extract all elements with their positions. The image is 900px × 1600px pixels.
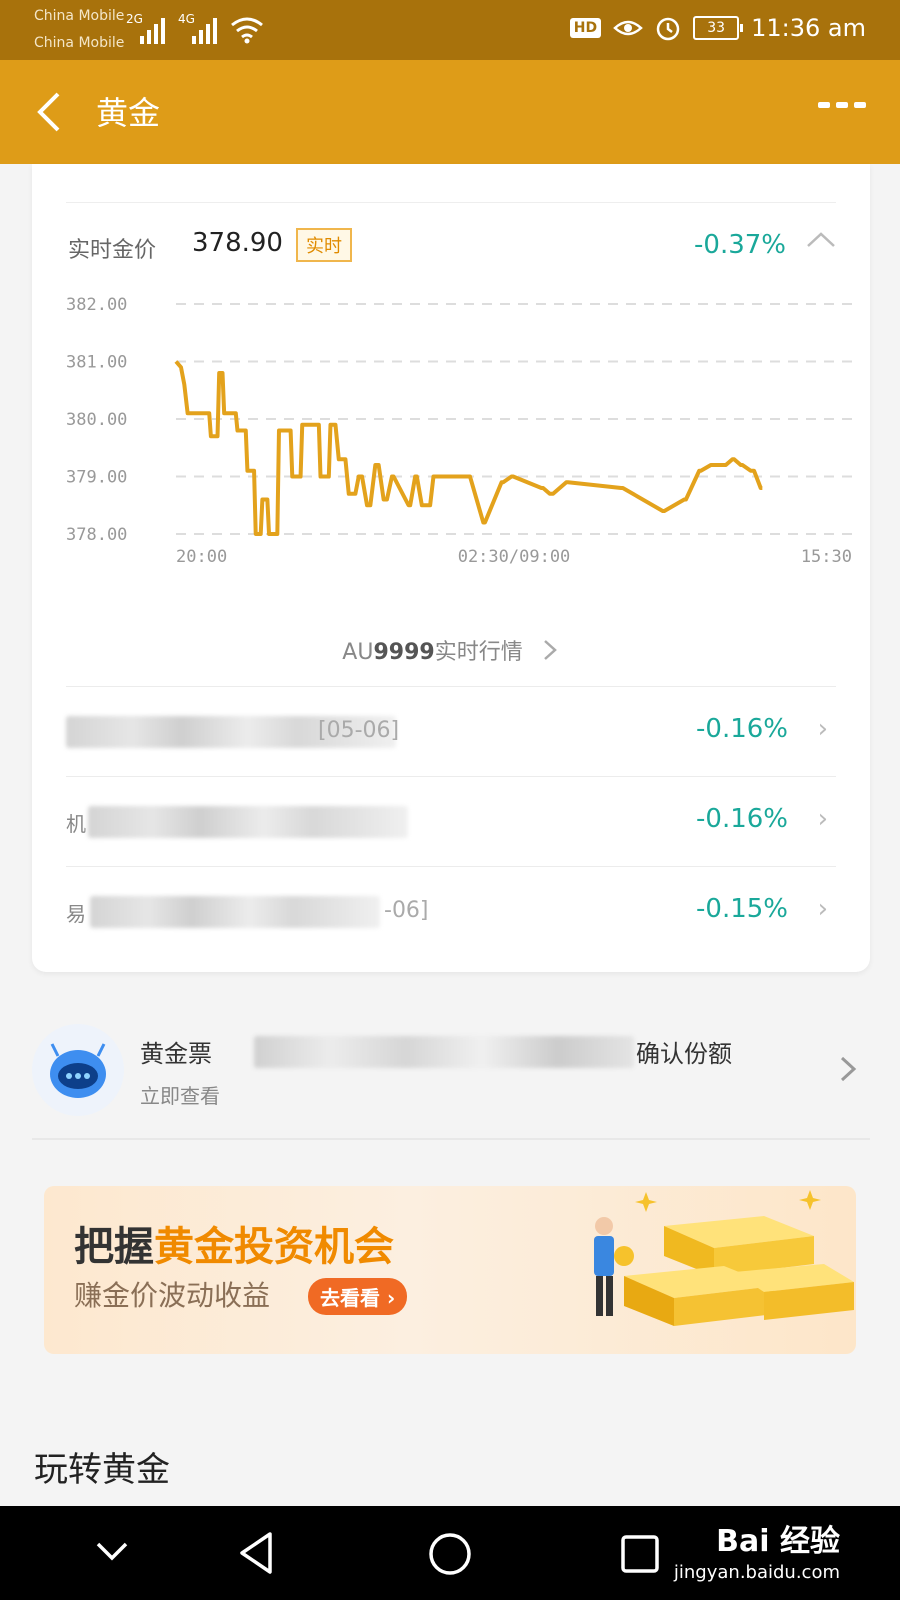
divider bbox=[66, 776, 836, 777]
quote-name-start: 机 bbox=[66, 812, 86, 836]
quote-row-3[interactable]: 易 -06] -0.15% › bbox=[66, 868, 836, 956]
y-tick-label: 380.00 bbox=[66, 410, 127, 430]
quote-date: [05-06] bbox=[318, 718, 400, 743]
battery-icon: 33 bbox=[693, 16, 744, 40]
robot-avatar-icon bbox=[32, 1024, 124, 1116]
assistant-notice-row[interactable]: 黄金票 确认份额 立即查看 bbox=[32, 1020, 870, 1138]
quote-name-start: 易 bbox=[66, 902, 86, 926]
banner-headline-a: 把握 bbox=[74, 1224, 154, 1270]
chevron-right-icon bbox=[543, 640, 557, 660]
chevron-right-icon: › bbox=[817, 804, 828, 834]
gold-investment-banner[interactable]: 把握黄金投资机会 赚金价波动收益 去看看 › bbox=[44, 1186, 856, 1354]
square-recent-icon[interactable] bbox=[620, 1534, 660, 1574]
status-bar: China Mobile China Mobile 2G 4G HD 33 11… bbox=[0, 0, 900, 60]
au-prefix: AU bbox=[342, 640, 374, 665]
assistant-subtitle: 立即查看 bbox=[140, 1084, 220, 1108]
more-dots-icon[interactable] bbox=[818, 102, 866, 108]
quote-row-1[interactable]: [05-06] -0.16% › bbox=[66, 688, 836, 776]
back-chevron-icon[interactable] bbox=[34, 90, 62, 134]
divider bbox=[66, 866, 836, 867]
watermark-url: jingyan.baidu.com bbox=[673, 1562, 840, 1583]
wifi-icon bbox=[231, 17, 263, 44]
gold-price-card: 实时金价 378.90 实时 -0.37% 382.00 381.00 380.00… bbox=[32, 164, 870, 972]
page-title: 黄金 bbox=[96, 94, 161, 132]
gold-bars-illustration-icon bbox=[594, 1190, 854, 1326]
signal-1-icon bbox=[136, 14, 170, 44]
signal-2-icon bbox=[188, 14, 222, 44]
y-tick-label: 382.00 bbox=[66, 295, 127, 315]
x-tick-label: 20:00 bbox=[176, 547, 227, 567]
section-title: 玩转黄金 bbox=[34, 1450, 170, 1490]
au-suffix: 实时行情 bbox=[434, 640, 523, 665]
circle-home-icon[interactable] bbox=[428, 1532, 472, 1576]
quote-change: -0.15% bbox=[696, 894, 788, 924]
au-code: 9999 bbox=[373, 640, 435, 665]
chevron-up-icon[interactable] bbox=[806, 230, 836, 250]
quote-row-2[interactable]: 机 -0.16% › bbox=[66, 778, 836, 866]
divider bbox=[32, 1138, 870, 1140]
redacted-text bbox=[254, 1036, 634, 1068]
clock: 11:36 am bbox=[751, 14, 866, 42]
cta-label: 去看看 bbox=[320, 1286, 380, 1310]
chevron-right-icon: › bbox=[817, 714, 828, 744]
system-nav-bar: Bai 经验 jingyan.baidu.com bbox=[0, 1506, 900, 1600]
carrier-1: China Mobile bbox=[34, 8, 125, 24]
price-change: -0.37% bbox=[694, 230, 786, 260]
chevron-right-icon: › bbox=[817, 894, 828, 924]
banner-headline-b: 黄金投资机会 bbox=[154, 1224, 394, 1270]
watermark-logo: Bai 经验 bbox=[716, 1524, 840, 1559]
hd-icon: HD bbox=[569, 18, 602, 38]
banner-headline: 把握黄金投资机会 bbox=[74, 1214, 394, 1272]
divider bbox=[66, 202, 836, 203]
alarm-icon bbox=[656, 17, 680, 41]
price-label: 实时金价 bbox=[68, 238, 157, 263]
realtime-tag: 实时 bbox=[296, 228, 352, 262]
y-tick-label: 379.00 bbox=[66, 468, 127, 488]
quote-date: -06] bbox=[384, 898, 429, 923]
quote-change: -0.16% bbox=[696, 714, 788, 744]
app-header: 黄金 bbox=[0, 60, 900, 164]
carrier-2: China Mobile bbox=[34, 35, 125, 51]
x-tick-label: 02:30/09:00 bbox=[458, 547, 571, 567]
chevron-down-icon[interactable] bbox=[94, 1540, 130, 1564]
divider bbox=[66, 686, 836, 687]
triangle-back-icon[interactable] bbox=[236, 1530, 276, 1576]
assistant-title-end: 确认份额 bbox=[636, 1040, 732, 1068]
go-see-button[interactable]: 去看看 › bbox=[308, 1278, 408, 1315]
redacted-quote bbox=[88, 806, 408, 838]
y-tick-label: 378.00 bbox=[66, 525, 127, 545]
price-value: 378.90 bbox=[192, 228, 283, 258]
y-tick-label: 381.00 bbox=[66, 353, 127, 373]
au9999-realtime-link[interactable]: AU9999实时行情 bbox=[32, 634, 870, 666]
chevron-right-icon bbox=[840, 1056, 857, 1082]
price-chart: 382.00 381.00 380.00 379.00 378.00 20:00 02:30… bbox=[66, 295, 852, 567]
eye-icon bbox=[613, 20, 643, 36]
redacted-quote bbox=[90, 896, 380, 928]
assistant-title-start: 黄金票 bbox=[140, 1040, 212, 1068]
x-tick-label: 15:30 bbox=[801, 547, 852, 567]
price-series-line bbox=[174, 360, 763, 536]
quote-change: -0.16% bbox=[696, 804, 788, 834]
banner-subline: 赚金价波动收益 bbox=[74, 1279, 271, 1312]
